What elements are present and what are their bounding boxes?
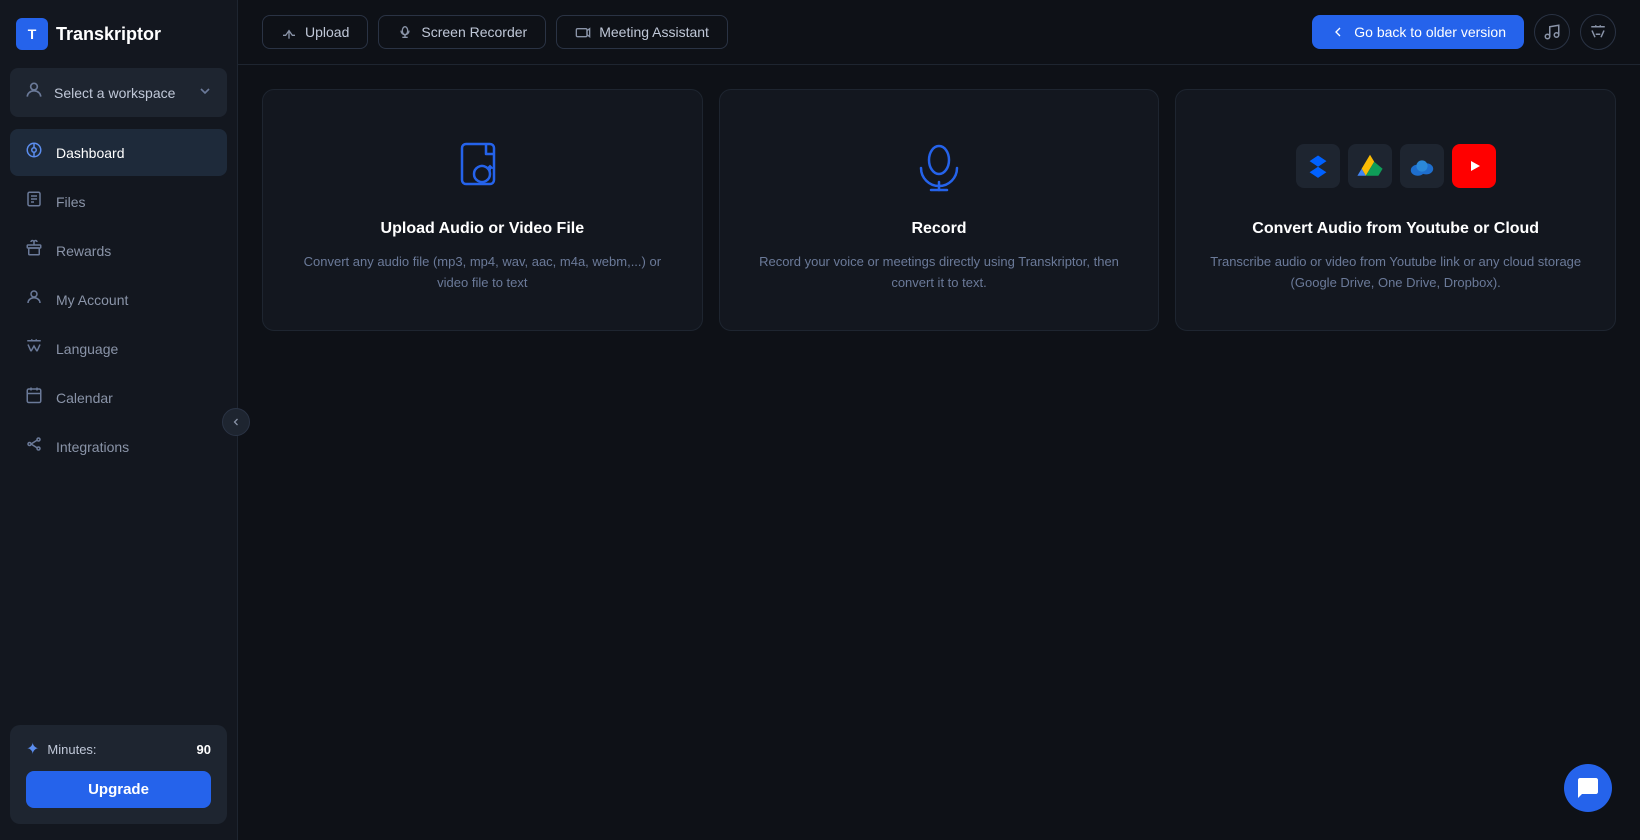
chat-bubble-button[interactable] [1564, 764, 1612, 812]
sidebar-bottom: ✦ Minutes: 90 Upgrade [0, 715, 237, 840]
go-back-button[interactable]: Go back to older version [1312, 15, 1524, 49]
upload-icon [281, 24, 297, 40]
sidebar-item-integrations[interactable]: Integrations [10, 423, 227, 470]
minutes-row: ✦ Minutes: 90 [26, 739, 211, 759]
topbar: Upload Screen Recorder Meeting Assistant [238, 0, 1640, 65]
upload-card-title: Upload Audio or Video File [381, 220, 585, 238]
sidebar-item-rewards-label: Rewards [56, 243, 111, 259]
meeting-assistant-label: Meeting Assistant [599, 24, 709, 40]
audio-settings-button[interactable] [1534, 14, 1570, 50]
audio-icon [1543, 23, 1561, 41]
sidebar-item-language[interactable]: Language [10, 325, 227, 372]
language-icon [24, 337, 44, 360]
record-card-desc: Record your voice or meetings directly u… [748, 252, 1131, 294]
sidebar-item-integrations-label: Integrations [56, 439, 129, 455]
sidebar-item-files[interactable]: Files [10, 178, 227, 225]
sidebar-item-my-account-label: My Account [56, 292, 128, 308]
google-drive-icon [1348, 144, 1392, 188]
cards-area: Upload Audio or Video File Convert any a… [238, 65, 1640, 355]
language-translate-button[interactable] [1580, 14, 1616, 50]
microphone-icon [397, 24, 413, 40]
integrations-icon [24, 435, 44, 458]
go-back-icon [1330, 24, 1346, 40]
cloud-card[interactable]: Convert Audio from Youtube or Cloud Tran… [1175, 89, 1616, 331]
minutes-value: 90 [197, 742, 211, 757]
sidebar-item-rewards[interactable]: Rewards [10, 227, 227, 274]
main-content: Upload Screen Recorder Meeting Assistant [238, 0, 1640, 840]
star-icon: ✦ [26, 739, 39, 759]
my-account-icon [24, 288, 44, 311]
minutes-label: Minutes: [47, 742, 96, 757]
topbar-right: Go back to older version [1312, 14, 1616, 50]
sidebar-item-calendar-label: Calendar [56, 390, 113, 406]
upload-button-label: Upload [305, 24, 349, 40]
meeting-assistant-button[interactable]: Meeting Assistant [556, 15, 728, 49]
record-card-title: Record [911, 220, 966, 238]
minutes-card: ✦ Minutes: 90 Upgrade [10, 725, 227, 824]
user-circle-icon [24, 80, 44, 105]
logo-icon: T [16, 18, 48, 50]
sidebar-item-files-label: Files [56, 194, 86, 210]
rewards-icon [24, 239, 44, 262]
dashboard-icon [24, 141, 44, 164]
nav-items: Dashboard Files Rewards [0, 125, 237, 715]
workspace-label: Select a workspace [54, 85, 175, 101]
logo-name: Transkriptor [56, 24, 161, 45]
minutes-label-group: ✦ Minutes: [26, 739, 97, 759]
sidebar-item-calendar[interactable]: Calendar [10, 374, 227, 421]
cloud-card-icons [1296, 130, 1496, 202]
cloud-card-title: Convert Audio from Youtube or Cloud [1252, 220, 1539, 238]
record-card-icon [911, 130, 967, 202]
sidebar-item-dashboard-label: Dashboard [56, 145, 125, 161]
meeting-icon [575, 24, 591, 40]
calendar-icon [24, 386, 44, 409]
dropbox-icon [1296, 144, 1340, 188]
topbar-left: Upload Screen Recorder Meeting Assistant [262, 15, 728, 49]
upload-card-desc: Convert any audio file (mp3, mp4, wav, a… [291, 252, 674, 294]
sidebar-item-my-account[interactable]: My Account [10, 276, 227, 323]
screen-recorder-button[interactable]: Screen Recorder [378, 15, 546, 49]
onedrive-icon [1400, 144, 1444, 188]
upgrade-button[interactable]: Upgrade [26, 771, 211, 808]
logo-area: T Transkriptor [0, 0, 237, 68]
go-back-label: Go back to older version [1354, 24, 1506, 40]
translate-icon [1589, 23, 1607, 41]
workspace-selector[interactable]: Select a workspace [10, 68, 227, 117]
files-icon [24, 190, 44, 213]
sidebar-item-language-label: Language [56, 341, 118, 357]
record-card[interactable]: Record Record your voice or meetings dir… [719, 89, 1160, 331]
sidebar-item-dashboard[interactable]: Dashboard [10, 129, 227, 176]
upload-card[interactable]: Upload Audio or Video File Convert any a… [262, 89, 703, 331]
chevron-down-icon [197, 83, 213, 102]
upload-button[interactable]: Upload [262, 15, 368, 49]
screen-recorder-label: Screen Recorder [421, 24, 527, 40]
workspace-left: Select a workspace [24, 80, 175, 105]
sidebar-collapse-button[interactable] [222, 408, 250, 436]
upload-card-icon [452, 130, 512, 202]
sidebar: T Transkriptor Select a workspace [0, 0, 238, 840]
cloud-card-desc: Transcribe audio or video from Youtube l… [1204, 252, 1587, 294]
youtube-icon [1452, 144, 1496, 188]
